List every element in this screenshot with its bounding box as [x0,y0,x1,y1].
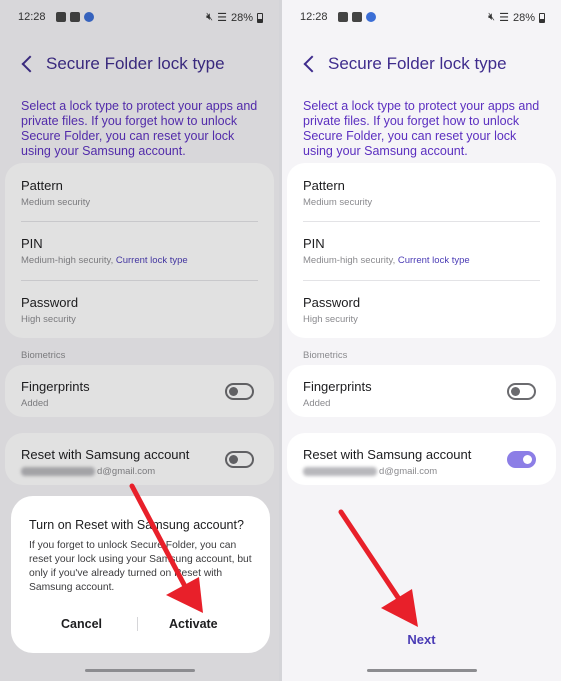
left-screen: 12:28 🔇︎ ☰ 28% Secure Folder lock type S… [0,0,279,681]
button-divider [137,617,138,631]
account-email: d@gmail.com [303,466,540,477]
email-suffix: d@gmail.com [379,466,438,477]
biometrics-header: Biometrics [303,350,348,361]
right-screen: 12:28 🔇︎ ☰ 28% Secure Folder lock type S… [282,0,561,681]
gallery-icon [338,12,348,22]
cancel-button[interactable]: Cancel [61,617,102,631]
lock-option-sub: High security [303,314,358,325]
status-time: 12:28 [300,11,328,23]
lock-option-label: PIN [303,236,325,251]
fingerprints-toggle[interactable] [507,383,536,400]
back-arrow-icon[interactable] [300,53,320,75]
fingerprints-card[interactable]: Fingerprints Added [287,365,556,417]
shopping-bag-icon [352,12,362,22]
reset-samsung-card[interactable]: Reset with Samsung account d@gmail.com [287,433,556,485]
status-right: 🔇︎ ☰ 28% [488,11,545,24]
lock-option-sub: Medium-high security, Current lock type [303,255,540,266]
home-indicator [366,669,477,672]
battery-icon [539,12,545,23]
status-bar: 12:28 🔇︎ ☰ 28% [300,10,545,26]
fingerprints-sub: Added [303,398,331,409]
reset-samsung-dialog: Turn on Reset with Samsung account? If y… [11,496,270,653]
current-lock-type-label: Current lock type [397,255,470,266]
app-header: Secure Folder lock type [300,50,545,80]
divider [303,280,540,281]
page-title: Secure Folder lock type [328,54,507,73]
lock-option-password[interactable]: Password High security [287,295,556,325]
app-notification-icon [366,12,376,22]
signal-icon: ☰ [499,12,509,24]
dialog-title: Turn on Reset with Samsung account? [29,518,244,532]
lock-option-label: Pattern [303,178,345,193]
lock-option-pin[interactable]: PIN Medium-high security, Current lock t… [287,236,556,266]
reset-samsung-label: Reset with Samsung account [303,447,472,462]
lock-type-card: Pattern Medium security PIN Medium-high … [287,163,556,338]
divider [303,221,540,222]
lock-option-sub: Medium security [303,197,373,208]
notification-icons [338,10,376,22]
battery-level: 28% [512,11,535,24]
dialog-body: If you forget to unlock Secure Folder, y… [29,540,252,593]
description-text: Select a lock type to protect your apps … [303,99,540,158]
activate-button[interactable]: Activate [169,617,218,631]
fingerprints-label: Fingerprints [303,379,372,394]
mute-icon: 🔇︎ [488,11,496,23]
home-indicator [84,669,195,672]
lock-option-pattern[interactable]: Pattern Medium security [287,178,556,208]
reset-samsung-toggle[interactable] [507,451,536,468]
next-button[interactable]: Next [282,632,561,647]
lock-option-sub-text: Medium-high security, [303,255,398,266]
lock-option-label: Password [303,295,361,310]
redacted-email [303,466,377,476]
